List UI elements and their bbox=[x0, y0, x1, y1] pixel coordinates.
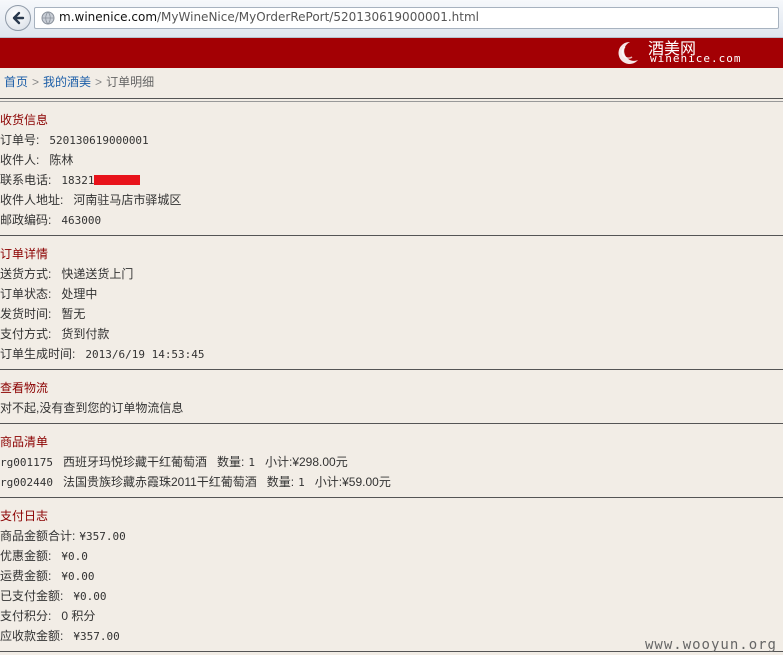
zip-value: 463000 bbox=[61, 214, 102, 227]
pay-method-value: 货到付款 bbox=[61, 327, 110, 341]
product-row: rg001175 西班牙玛悦珍藏干红葡萄酒 数量: 1 小计:¥298.00元 bbox=[0, 453, 348, 470]
freight-row: 运费金额: ¥0.00 bbox=[0, 567, 94, 584]
delivery-label: 送货方式: bbox=[0, 267, 52, 281]
breadcrumb: 首页 > 我的酒美 > 订单明细 bbox=[4, 73, 154, 90]
shipping-section-title: 收货信息 bbox=[0, 113, 49, 127]
phone-label: 联系电话: bbox=[0, 173, 52, 187]
products-section-title: 商品清单 bbox=[0, 435, 49, 449]
globe-icon bbox=[41, 11, 55, 25]
product-qty-label: 数量: bbox=[217, 455, 245, 469]
product-subtotal-label: 小计: bbox=[264, 455, 293, 469]
breadcrumb-current: 订单明细 bbox=[106, 75, 155, 89]
order-number-row: 订单号: 520130619000001 bbox=[0, 131, 149, 148]
delivery-row: 送货方式: 快递送货上门 bbox=[0, 265, 133, 282]
paid-row: 已支付金额: ¥0.00 bbox=[0, 587, 106, 604]
product-subtotal: ¥298.00元 bbox=[292, 455, 348, 469]
product-name[interactable]: 西班牙玛悦珍藏干红葡萄酒 bbox=[63, 455, 207, 469]
url-domain: m.winenice.com bbox=[59, 10, 158, 24]
goods-total-value: ¥357.00 bbox=[79, 530, 126, 543]
back-button[interactable] bbox=[5, 5, 31, 31]
discount-value: ¥0.0 bbox=[61, 550, 88, 563]
product-subtotal: ¥59.00元 bbox=[342, 475, 391, 489]
logo-english-text: winenice.com bbox=[650, 52, 742, 65]
created-time-value: 2013/6/19 14:53:45 bbox=[85, 348, 205, 361]
chevron-right-icon: > bbox=[32, 75, 40, 89]
browser-toolbar: m.winenice.com/MyWineNice/MyOrderRePort/… bbox=[0, 0, 783, 38]
product-code: rg002440 bbox=[0, 476, 53, 489]
goods-total-row: 商品金额合计: ¥357.00 bbox=[0, 527, 126, 544]
product-row: rg002440 法国贵族珍藏赤霞珠2011干红葡萄酒 数量: 1 小计:¥59.00元 bbox=[0, 473, 391, 490]
product-qty: 1 bbox=[298, 476, 305, 489]
logo-swirl-icon bbox=[618, 41, 638, 64]
product-code: rg001175 bbox=[0, 456, 53, 469]
logistics-section-title[interactable]: 查看物流 bbox=[0, 379, 48, 396]
address-bar[interactable]: m.winenice.com/MyWineNice/MyOrderRePort/… bbox=[34, 7, 779, 29]
receivable-label: 应收款金额: bbox=[0, 629, 64, 643]
product-qty: 1 bbox=[248, 456, 255, 469]
discount-row: 优惠金额: ¥0.0 bbox=[0, 547, 88, 564]
divider bbox=[0, 101, 783, 102]
receiver-value: 陈林 bbox=[49, 153, 74, 167]
receivable-row: 应收款金额: ¥357.00 bbox=[0, 627, 120, 644]
order-number-value: 520130619000001 bbox=[49, 134, 149, 147]
zip-row: 邮政编码: 463000 bbox=[0, 211, 101, 228]
status-row: 订单状态: 处理中 bbox=[0, 285, 97, 302]
logistics-message: 对不起,没有查到您的订单物流信息 bbox=[0, 401, 184, 415]
points-label: 支付积分: bbox=[0, 609, 52, 623]
address-value: 河南驻马店市驿城区 bbox=[73, 193, 182, 207]
receiver-label: 收件人: bbox=[0, 153, 40, 167]
product-subtotal-label: 小计: bbox=[314, 475, 343, 489]
ship-time-value: 暂无 bbox=[61, 307, 86, 321]
breadcrumb-my-winenice[interactable]: 我的酒美 bbox=[43, 75, 91, 89]
receiver-row: 收件人: 陈林 bbox=[0, 151, 73, 168]
product-qty-label: 数量: bbox=[266, 475, 295, 489]
paid-value: ¥0.00 bbox=[73, 590, 107, 603]
points-value: 0 积分 bbox=[61, 609, 96, 623]
url-text: m.winenice.com/MyWineNice/MyOrderRePort/… bbox=[59, 10, 479, 24]
delivery-value: 快递送货上门 bbox=[61, 267, 134, 281]
url-path: /MyWineNice/MyOrderRePort/52013061900000… bbox=[157, 10, 480, 24]
order-number-label: 订单号: bbox=[0, 133, 40, 147]
watermark: www.wooyun.org bbox=[644, 637, 777, 653]
phone-row: 联系电话: 18321 bbox=[0, 171, 141, 188]
phone-value: 18321 bbox=[61, 174, 95, 187]
address-label: 收件人地址: bbox=[0, 193, 64, 207]
divider bbox=[0, 497, 783, 498]
goods-total-label: 商品金额合计: bbox=[0, 529, 76, 543]
receivable-value: ¥357.00 bbox=[73, 630, 120, 643]
address-row: 收件人地址: 河南驻马店市驿城区 bbox=[0, 191, 181, 208]
breadcrumb-home[interactable]: 首页 bbox=[4, 75, 28, 89]
chevron-right-icon: > bbox=[95, 75, 103, 89]
payment-section-title: 支付日志 bbox=[0, 509, 49, 523]
product-name[interactable]: 法国贵族珍藏赤霞珠2011干红葡萄酒 bbox=[63, 475, 257, 489]
divider bbox=[0, 235, 783, 236]
status-label: 订单状态: bbox=[0, 287, 52, 301]
ship-time-row: 发货时间: 暂无 bbox=[0, 305, 85, 322]
created-time-label: 订单生成时间: bbox=[0, 347, 76, 361]
arrow-left-icon bbox=[12, 11, 25, 25]
divider bbox=[0, 98, 783, 99]
paid-label: 已支付金额: bbox=[0, 589, 64, 603]
freight-value: ¥0.00 bbox=[61, 570, 95, 583]
site-header: 酒美网 winenice.com bbox=[0, 38, 783, 68]
created-time-row: 订单生成时间: 2013/6/19 14:53:45 bbox=[0, 345, 205, 362]
site-logo[interactable]: 酒美网 winenice.com bbox=[612, 38, 752, 68]
status-value: 处理中 bbox=[61, 287, 98, 301]
divider bbox=[0, 369, 783, 370]
discount-label: 优惠金额: bbox=[0, 549, 52, 563]
freight-label: 运费金额: bbox=[0, 569, 52, 583]
divider bbox=[0, 423, 783, 424]
ship-time-label: 发货时间: bbox=[0, 307, 52, 321]
points-row: 支付积分: 0 积分 bbox=[0, 607, 95, 624]
redaction-mark bbox=[94, 175, 141, 185]
order-section-title: 订单详情 bbox=[0, 247, 49, 261]
zip-label: 邮政编码: bbox=[0, 213, 52, 227]
pay-method-label: 支付方式: bbox=[0, 327, 52, 341]
pay-method-row: 支付方式: 货到付款 bbox=[0, 325, 109, 342]
